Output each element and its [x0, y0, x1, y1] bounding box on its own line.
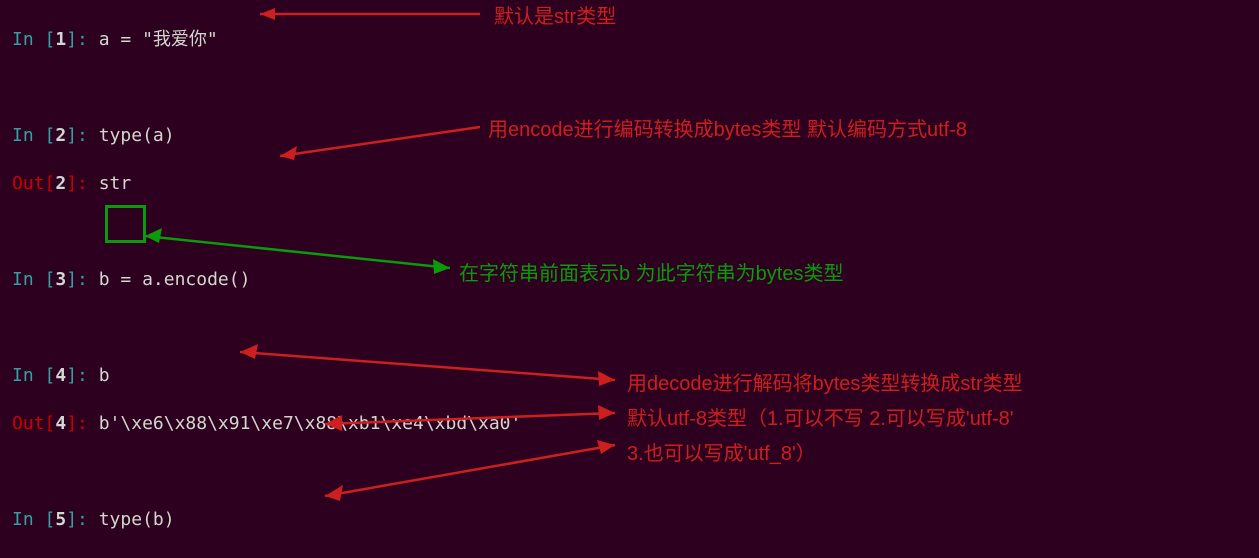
ipython-terminal: In [1]: a = "我爱你" In [2]: type(a) Out[2]… [12, 4, 521, 558]
in-label: In [2]: [12, 125, 99, 146]
annotation-decode-line1: 用decode进行解码将bytes类型转换成str类型 [627, 367, 1023, 396]
in-line-3: In [3]: b = a.encode() [12, 268, 521, 292]
out-line-2: Out[2]: str [12, 172, 521, 196]
code-input[interactable]: a = "我爱你" [99, 29, 218, 50]
annotation-decode-line2: 默认utf-8类型（1.可以不写 2.可以写成'utf-8' [627, 402, 1014, 431]
blank-line [12, 316, 521, 340]
annotation-default-str: 默认是str类型 [494, 0, 616, 29]
blank-line [12, 76, 521, 100]
code-output: str [99, 173, 132, 194]
in-label: In [1]: [12, 29, 99, 50]
code-input[interactable]: b = a.encode() [99, 269, 251, 290]
in-line-5: In [5]: type(b) [12, 508, 521, 532]
annotation-encode: 用encode进行编码转换成bytes类型 默认编码方式utf-8 [488, 113, 967, 142]
code-input[interactable]: type(a) [99, 125, 175, 146]
out-line-4: Out[4]: b'\xe6\x88\x91\xe7\x88\xb1\xe4\x… [12, 412, 521, 436]
in-label: In [4]: [12, 365, 99, 386]
in-label: In [5]: [12, 509, 99, 530]
in-line-4: In [4]: b [12, 364, 521, 388]
in-line-2: In [2]: type(a) [12, 124, 521, 148]
code-output: b'\xe6\x88\x91\xe7\x88\xb1\xe4\xbd\xa0' [99, 413, 522, 434]
in-line-1: In [1]: a = "我爱你" [12, 28, 521, 52]
blank-line [12, 220, 521, 244]
out-label: Out[4]: [12, 413, 99, 434]
annotation-decode-line3: 3.也可以写成'utf_8'） [627, 437, 816, 466]
in-label: In [3]: [12, 269, 99, 290]
code-input[interactable]: b [99, 365, 110, 386]
annotation-bytes-prefix: 在字符串前面表示b 为此字符串为bytes类型 [459, 257, 843, 286]
code-input[interactable]: type(b) [99, 509, 175, 530]
highlight-box [105, 205, 146, 243]
out-label: Out[2]: [12, 173, 99, 194]
blank-line [12, 460, 521, 484]
